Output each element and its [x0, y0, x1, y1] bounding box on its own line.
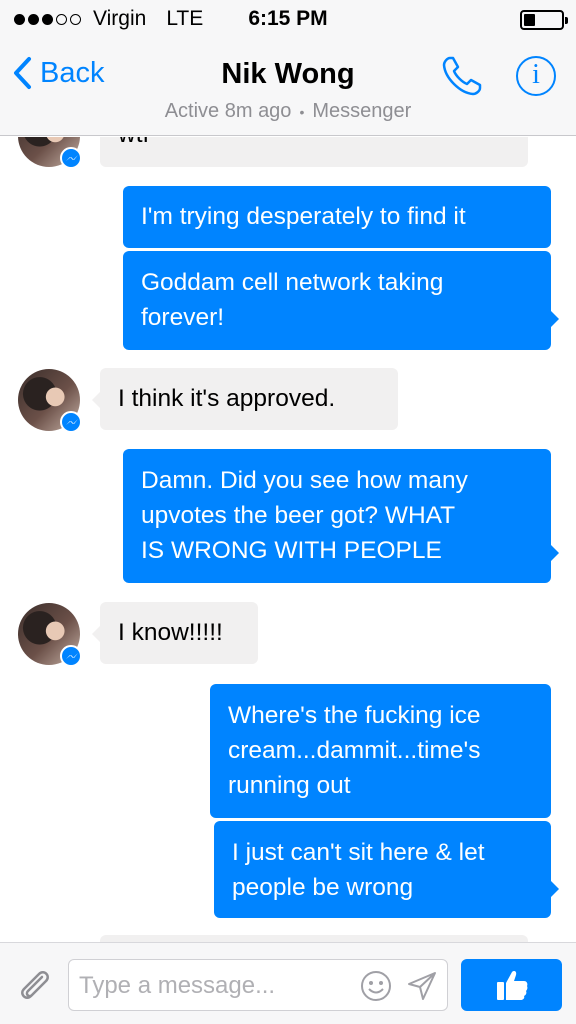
- message-line: upvotes the beer got? WHAT: [141, 502, 456, 529]
- outgoing-message[interactable]: Damn. Did you see how many upvotes the b…: [123, 449, 551, 583]
- message-line: Goddam cell network taking: [141, 269, 444, 296]
- message-list[interactable]: wtf I'm trying desperately to find it Go…: [0, 137, 576, 942]
- bubble-tail: [551, 545, 559, 561]
- message-input-box[interactable]: [68, 959, 448, 1011]
- separator-dot: •: [299, 103, 305, 120]
- bubble-tail: [92, 626, 100, 642]
- bubble-tail: [551, 311, 559, 327]
- like-button[interactable]: [461, 959, 562, 1011]
- active-status: Active 8m ago • Messenger: [0, 100, 576, 123]
- message-line: I just can't sit here & let: [232, 839, 485, 866]
- paperclip-icon[interactable]: [14, 965, 54, 1005]
- outgoing-message[interactable]: I just can't sit here & let people be wr…: [214, 821, 551, 918]
- messenger-label: Messenger: [312, 100, 412, 122]
- bubble-tail: [92, 392, 100, 408]
- phone-call-icon[interactable]: [440, 54, 484, 98]
- incoming-message[interactable]: I think it's approved.: [100, 368, 398, 430]
- incoming-message[interactable]: I know!!!!!: [100, 602, 258, 664]
- messenger-badge-icon: [60, 411, 82, 433]
- incoming-message-partial[interactable]: [100, 935, 528, 942]
- messenger-badge-icon: [60, 147, 82, 169]
- contact-name: Nik Wong: [221, 58, 355, 90]
- status-bar: Virgin LTE 6:15 PM: [0, 0, 576, 38]
- message-line: cream...dammit...time's: [228, 737, 481, 764]
- message-line: people be wrong: [232, 874, 414, 901]
- send-arrow-icon[interactable]: [405, 970, 439, 1002]
- incoming-message[interactable]: wtf: [100, 137, 528, 167]
- message-line: forever!: [141, 304, 225, 331]
- message-line: running out: [228, 772, 351, 799]
- message-line: IS WRONG WITH PEOPLE: [141, 537, 442, 564]
- outgoing-message[interactable]: I'm trying desperately to find it: [123, 186, 551, 248]
- status-time: 6:15 PM: [248, 7, 328, 30]
- info-icon[interactable]: i: [516, 56, 556, 96]
- bubble-tail: [551, 881, 559, 897]
- thumbs-up-icon: [497, 971, 528, 1000]
- message-input[interactable]: [79, 970, 349, 1002]
- smiley-icon[interactable]: [359, 969, 393, 1003]
- message-composer: [0, 942, 576, 1024]
- message-line: Damn. Did you see how many: [141, 467, 468, 494]
- battery-icon: [520, 10, 568, 30]
- outgoing-message[interactable]: Where's the fucking ice cream...dammit..…: [210, 684, 551, 818]
- outgoing-message[interactable]: Goddam cell network taking forever!: [123, 251, 551, 350]
- active-time: Active 8m ago: [164, 100, 292, 122]
- conversation-header: Back Nik Wong Active 8m ago • Messenger i: [0, 38, 576, 136]
- messenger-badge-icon: [60, 645, 82, 667]
- message-line: Where's the fucking ice: [228, 702, 481, 729]
